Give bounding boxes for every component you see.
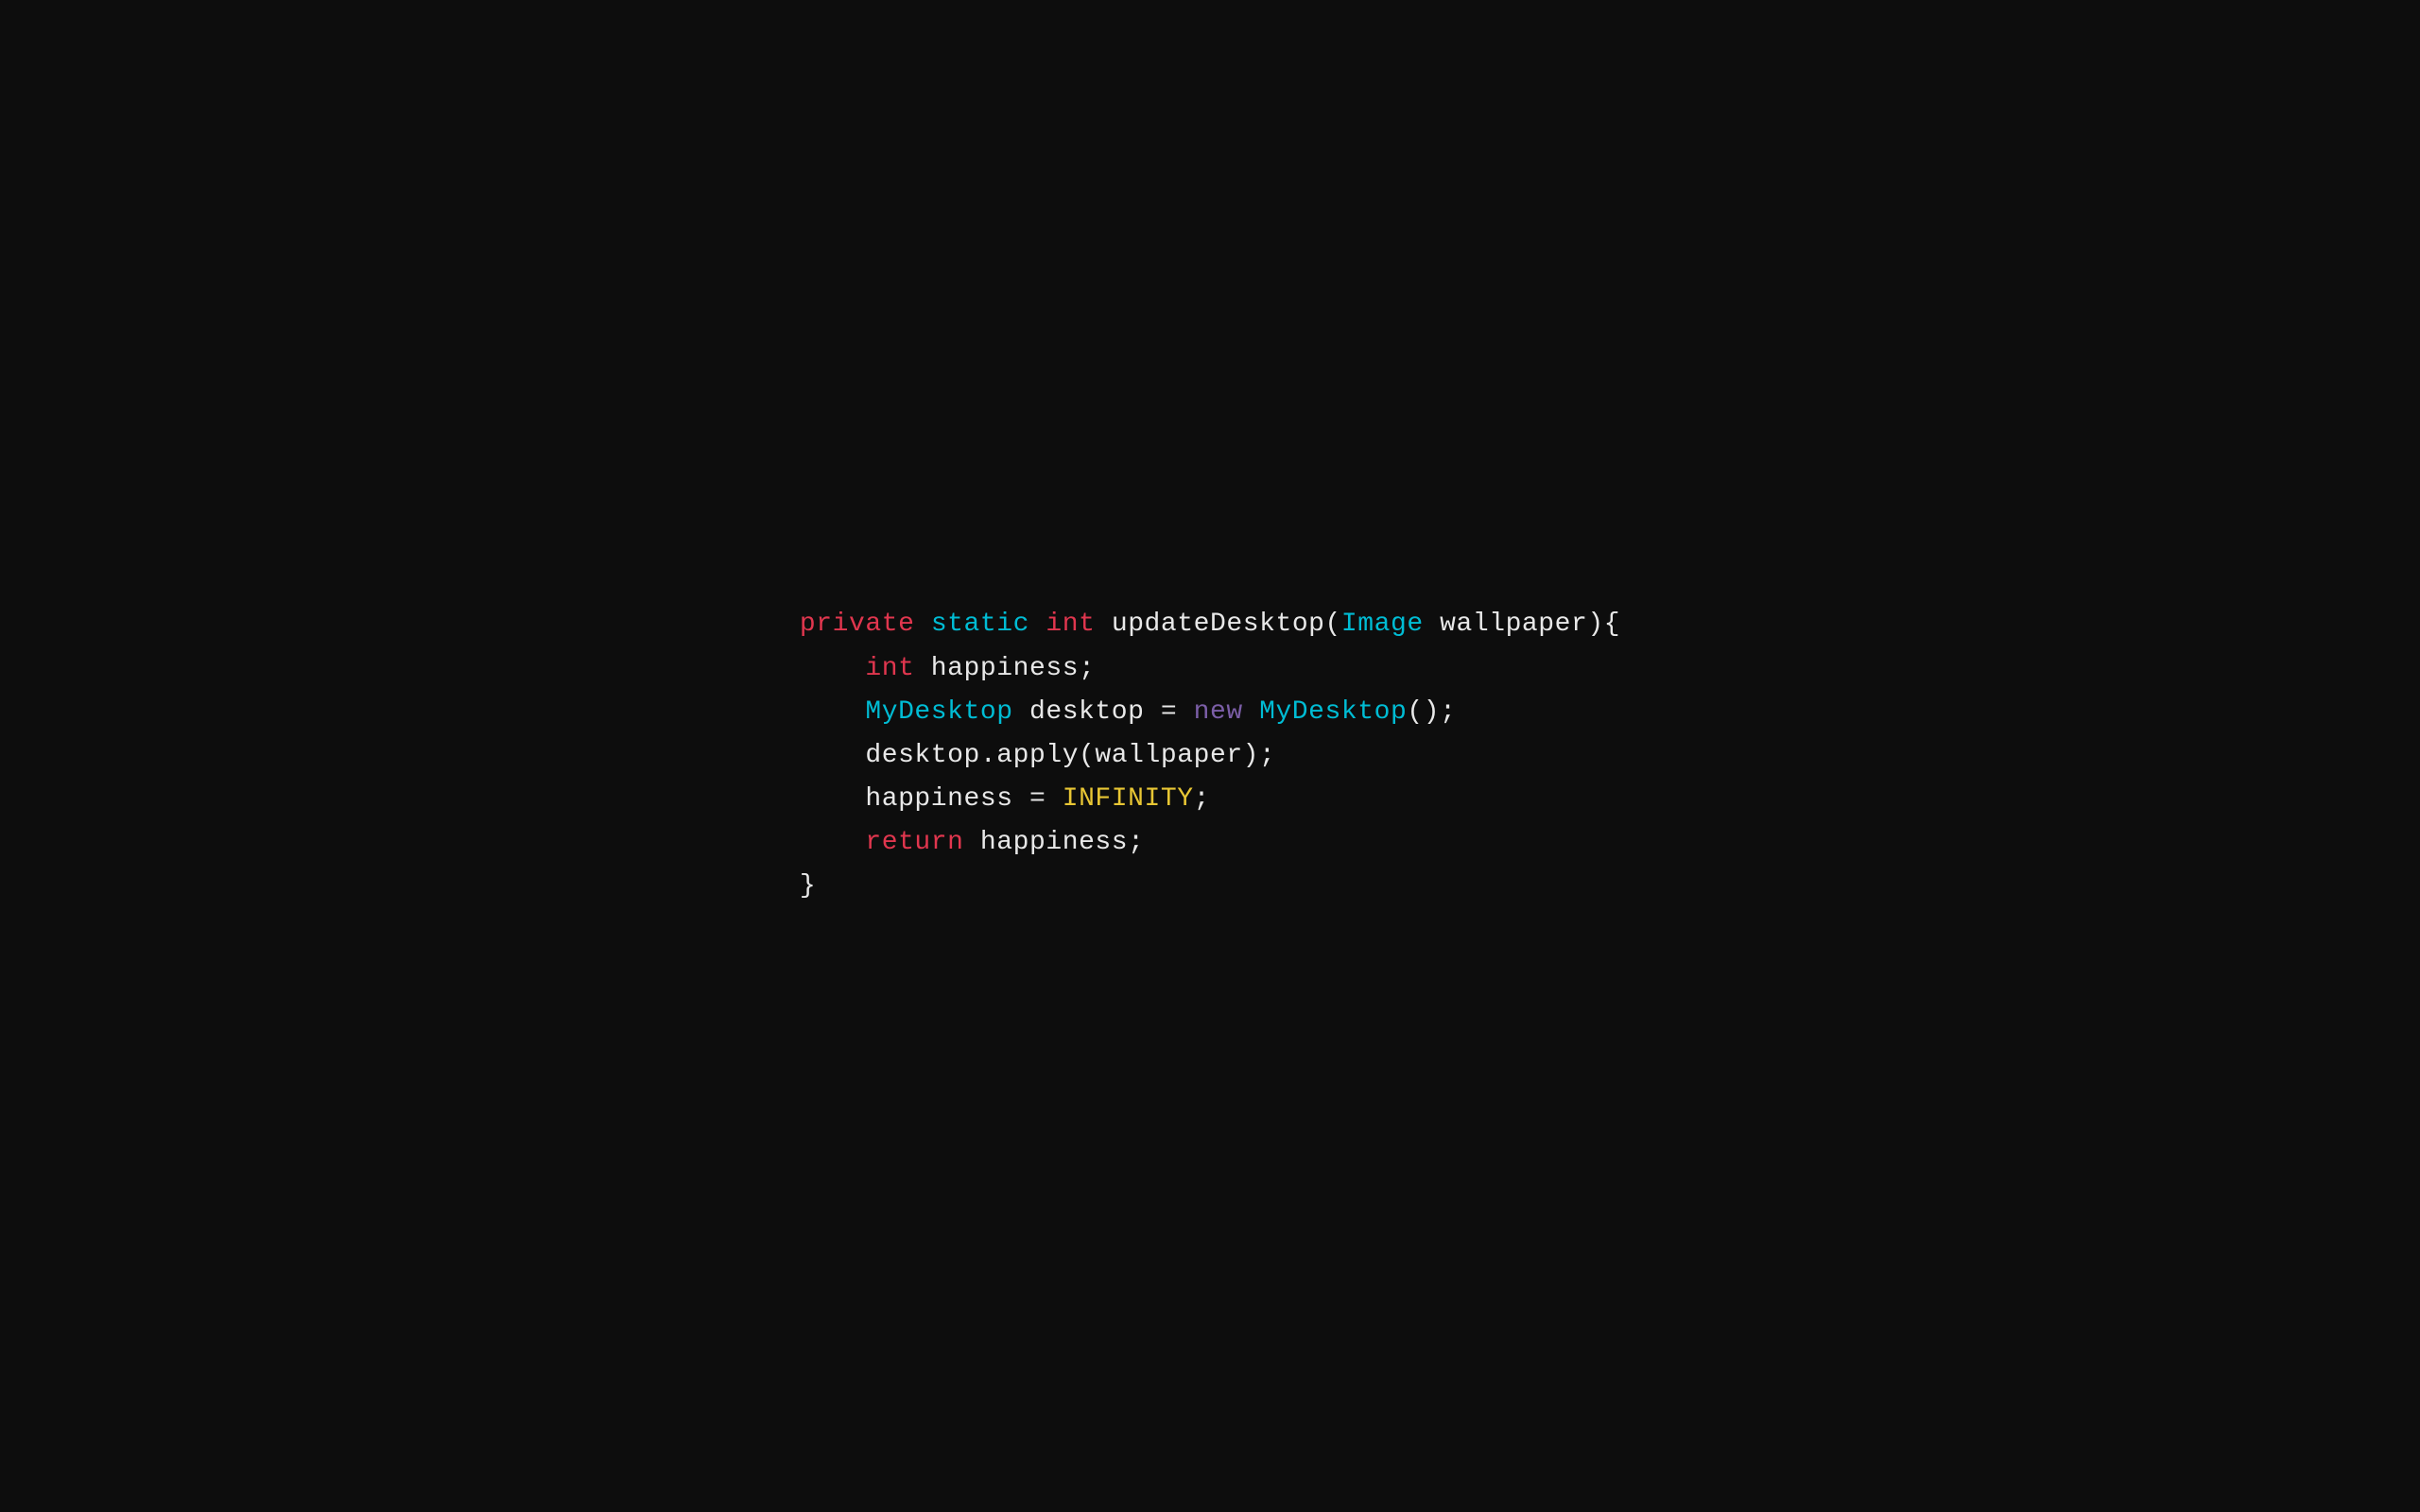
code-line: happiness = INFINITY; [800, 778, 1620, 821]
code-line: desktop.apply(wallpaper); [800, 734, 1620, 778]
code-line: int happiness; [800, 647, 1620, 691]
code-token: happiness; [914, 647, 1095, 691]
code-token: MyDesktop [1259, 691, 1407, 734]
code-token: private [800, 603, 915, 646]
code-token: int [865, 647, 914, 691]
code-block: private static int updateDesktop(Image w… [800, 603, 1620, 908]
code-line: } [800, 865, 1620, 908]
code-token: MyDesktop [865, 691, 1012, 734]
code-token: wallpaper){ [1424, 603, 1620, 646]
code-token: } [800, 865, 816, 908]
code-token: (); [1407, 691, 1456, 734]
code-token: return [865, 821, 963, 865]
code-token: new [1194, 691, 1243, 734]
code-token: ; [1194, 778, 1210, 821]
code-token: INFINITY [1063, 778, 1194, 821]
code-token: happiness; [964, 821, 1145, 865]
code-token [914, 603, 930, 646]
code-line: MyDesktop desktop = new MyDesktop(); [800, 691, 1620, 734]
code-token: desktop.apply(wallpaper); [865, 734, 1275, 778]
code-token: desktop = [1013, 691, 1194, 734]
code-token [1029, 603, 1046, 646]
code-line: return happiness; [800, 821, 1620, 865]
code-token: static [931, 603, 1029, 646]
code-token [1243, 691, 1259, 734]
code-token: updateDesktop( [1095, 603, 1340, 646]
code-token: happiness = [865, 778, 1062, 821]
code-line: private static int updateDesktop(Image w… [800, 603, 1620, 646]
code-token: Image [1341, 603, 1424, 646]
code-token: int [1046, 603, 1095, 646]
